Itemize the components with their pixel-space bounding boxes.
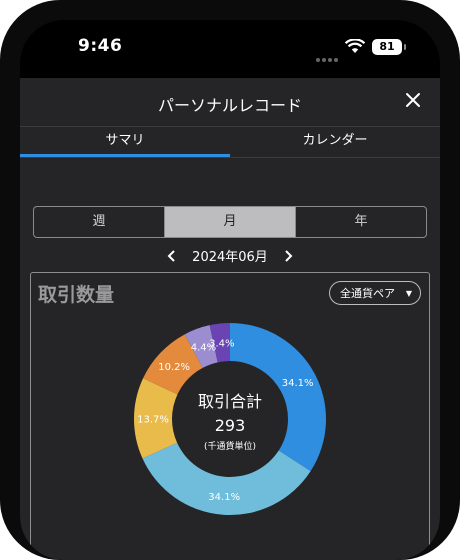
signal-dots-icon bbox=[316, 47, 340, 66]
donut-slice-label-1: 34.1% bbox=[208, 492, 240, 503]
month-navigator: 2024年06月 bbox=[20, 246, 440, 266]
battery-tip bbox=[404, 44, 406, 50]
donut-slice-label-2: 13.7% bbox=[137, 414, 169, 425]
chevron-left-icon[interactable] bbox=[166, 249, 178, 263]
personal-record-sheet: パーソナルレコード サマリ カレンダー 週 月 年 2024年06月 取引数量 … bbox=[20, 78, 440, 560]
month-label: 2024年06月 bbox=[192, 250, 268, 265]
status-bar: 9:46 81 bbox=[20, 20, 440, 78]
donut-slice-label-5: 3.4% bbox=[209, 338, 234, 349]
period-month-button[interactable]: 月 bbox=[164, 207, 295, 237]
donut-slice-label-3: 10.2% bbox=[158, 362, 190, 373]
donut-center-title: 取引合計 bbox=[198, 392, 262, 411]
screen: 9:46 81 パーソナルレコード サマリ カレンダー 週 月 年 2024年0… bbox=[20, 20, 440, 560]
tab-bar: サマリ カレンダー bbox=[20, 126, 440, 158]
status-time: 9:46 bbox=[78, 36, 123, 56]
title-bar: パーソナルレコード bbox=[20, 78, 440, 126]
close-icon[interactable] bbox=[402, 89, 424, 111]
trade-volume-donut-chart: 34.1%34.1%13.7%10.2%4.4%3.4% 取引合計 293 (千… bbox=[134, 323, 326, 515]
period-selector: 週 月 年 bbox=[33, 206, 427, 238]
chevron-right-icon[interactable] bbox=[282, 249, 294, 263]
battery-indicator: 81 bbox=[372, 39, 402, 55]
period-week-button[interactable]: 週 bbox=[34, 207, 164, 237]
tab-summary[interactable]: サマリ bbox=[20, 127, 230, 157]
page-title: パーソナルレコード bbox=[157, 96, 302, 115]
tab-calendar[interactable]: カレンダー bbox=[230, 127, 440, 157]
tab-active-underline bbox=[20, 154, 230, 157]
trade-volume-card: 取引数量 全通貨ペア ▼ 34.1% 34.1% 13.7% 10.2% 4.4% 3.4… bbox=[30, 272, 430, 560]
wifi-icon bbox=[345, 39, 365, 53]
donut-slice-label-0: 34.1% bbox=[282, 378, 314, 389]
phone-frame: 9:46 81 パーソナルレコード サマリ カレンダー 週 月 年 2024年0… bbox=[0, 0, 460, 560]
donut-center-value: 293 bbox=[215, 416, 246, 435]
period-year-button[interactable]: 年 bbox=[295, 207, 426, 237]
donut-center-unit: (千通貨単位) bbox=[204, 440, 256, 452]
